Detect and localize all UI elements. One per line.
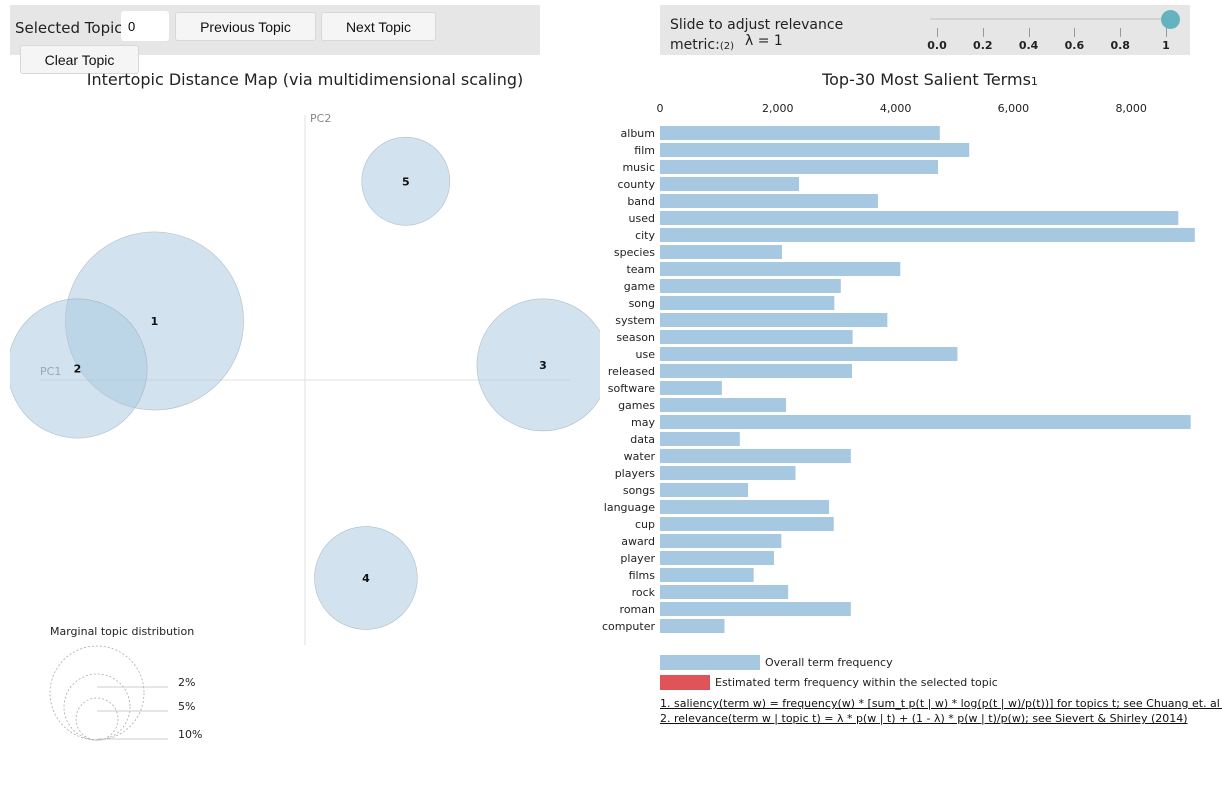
term-label-song[interactable]: song [629,297,655,310]
term-bar-player[interactable] [660,551,774,565]
x-tick-label: 0 [657,102,664,115]
bar-legend: Overall term frequency Estimated term fre… [660,655,998,690]
term-label-city[interactable]: city [635,229,655,242]
term-bar-water[interactable] [660,449,851,463]
term-bar-species[interactable] [660,245,782,259]
legend-label-overall: Overall term frequency [765,656,893,669]
term-label-film[interactable]: film [634,144,655,157]
topic-label-1: 1 [151,315,159,328]
term-label-language[interactable]: language [604,501,655,514]
term-bar-computer[interactable] [660,619,725,633]
term-bar-roman[interactable] [660,602,851,616]
term-label-system[interactable]: system [615,314,655,327]
term-bar-software[interactable] [660,381,722,395]
x-tick-label: 6,000 [998,102,1030,115]
term-bar-album[interactable] [660,126,940,140]
salient-terms-bar-chart: 0 2,000 4,000 6,000 8,000 album film music count… [602,102,1195,633]
term-label-player[interactable]: player [620,552,655,565]
topic-label-5: 5 [402,175,410,188]
intertopic-distance-map: PC1PC212345 [10,112,600,645]
term-label-may[interactable]: may [631,416,655,429]
marginal-distribution-legend: Marginal topic distribution 2% 5% 10% [49,625,202,741]
topic-bubbles [10,136,600,630]
term-bar-films[interactable] [660,568,754,582]
term-bar-players[interactable] [660,466,796,480]
term-label-computer[interactable]: computer [602,620,656,633]
term-bar-use[interactable] [660,347,958,361]
term-bar-songs[interactable] [660,483,749,497]
footnote-relevance[interactable]: 2. relevance(term w | topic t) = λ * p(w… [660,712,1188,725]
term-bar-county[interactable] [660,177,800,191]
term-bar-song[interactable] [660,296,835,310]
marginal-legend-circle [49,645,145,741]
footnote-saliency[interactable]: 1. saliency(term w) = frequency(w) * [su… [660,697,1222,710]
term-bar-music[interactable] [660,160,939,174]
term-label-data[interactable]: data [630,433,655,446]
charts-canvas: PC1PC212345 Marginal topic distribution2… [10,102,1195,741]
term-label-species[interactable]: species [614,246,655,259]
marginal-legend-circle [75,697,119,741]
term-label-roman[interactable]: roman [620,603,655,616]
marginal-legend-title: Marginal topic distribution [50,625,194,638]
pc2-axis-label: PC2 [310,112,331,125]
topic-label-2: 2 [74,362,82,375]
term-label-county[interactable]: county [617,178,655,191]
term-bar-games[interactable] [660,398,787,412]
term-label-films[interactable]: films [629,569,656,582]
term-label-team[interactable]: team [626,263,655,276]
term-bar-system[interactable] [660,313,888,327]
term-label-album[interactable]: album [621,127,655,140]
x-tick-label: 2,000 [762,102,794,115]
term-label-rock[interactable]: rock [632,586,656,599]
term-label-use[interactable]: use [636,348,656,361]
term-label-season[interactable]: season [616,331,655,344]
term-bar-rock[interactable] [660,585,789,599]
legend-swatch-topic [660,675,710,690]
term-bar-may[interactable] [660,415,1191,429]
term-label-band[interactable]: band [627,195,655,208]
x-tick-label: 8,000 [1115,102,1147,115]
term-label-cup[interactable]: cup [635,518,655,531]
topic-label-3: 3 [539,359,547,372]
term-label-water[interactable]: water [624,450,656,463]
term-bar-season[interactable] [660,330,853,344]
term-bar-team[interactable] [660,262,901,276]
term-label-games[interactable]: games [618,399,655,412]
x-tick-label: 4,000 [880,102,912,115]
term-label-players[interactable]: players [615,467,656,480]
term-bar-film[interactable] [660,143,970,157]
marginal-legend-label: 2% [178,676,195,689]
term-label-award[interactable]: award [621,535,655,548]
term-bar-award[interactable] [660,534,782,548]
term-label-released[interactable]: released [608,365,655,378]
term-bar-released[interactable] [660,364,853,378]
term-label-songs[interactable]: songs [623,484,655,497]
term-label-used[interactable]: used [629,212,655,225]
marginal-legend-label: 10% [178,728,202,741]
term-bar-used[interactable] [660,211,1179,225]
legend-label-topic: Estimated term frequency within the sele… [715,676,998,689]
term-bar-game[interactable] [660,279,841,293]
term-bar-cup[interactable] [660,517,834,531]
term-label-game[interactable]: game [624,280,655,293]
term-bar-language[interactable] [660,500,830,514]
topic-label-4: 4 [362,572,370,585]
term-bar-band[interactable] [660,194,878,208]
marginal-legend-circle [63,673,131,741]
term-bar-data[interactable] [660,432,740,446]
term-label-software[interactable]: software [608,382,655,395]
term-bar-city[interactable] [660,228,1195,242]
legend-swatch-overall [660,655,760,670]
term-label-music[interactable]: music [622,161,655,174]
marginal-legend-label: 5% [178,700,195,713]
